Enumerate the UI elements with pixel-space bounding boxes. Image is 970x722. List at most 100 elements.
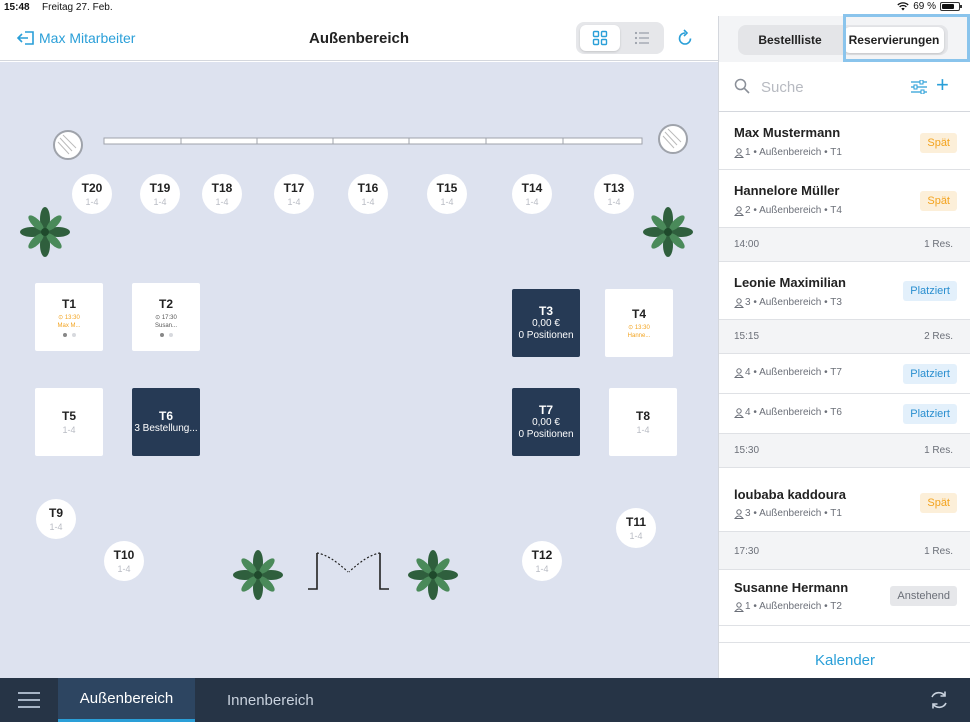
reservation-row[interactable]: Leonie Maximilian 3 • Außenbereich • T3 … bbox=[719, 262, 970, 320]
table-name: T11 bbox=[625, 514, 646, 529]
add-reservation-button[interactable]: + bbox=[936, 74, 949, 96]
table-t4[interactable]: T4 ⊙ 13:30 Hanne... bbox=[605, 289, 673, 357]
table-t9[interactable]: T9 1-4 bbox=[36, 499, 76, 539]
table-t16[interactable]: T16 1-4 bbox=[348, 174, 388, 214]
table-name: T6 bbox=[158, 409, 173, 423]
status-right: 69 % bbox=[897, 1, 962, 12]
table-name: T13 bbox=[603, 180, 625, 195]
table-t19[interactable]: T19 1-4 bbox=[140, 174, 180, 214]
refresh-icon[interactable] bbox=[675, 28, 695, 48]
reservation-name: Susanne Hermann bbox=[734, 580, 849, 595]
table-amount: 0,00 € bbox=[532, 417, 560, 428]
group-time: 17:30 bbox=[734, 546, 760, 557]
tab-innenbereich[interactable]: Innenbereich bbox=[227, 678, 314, 722]
reservation-row[interactable]: 4 • Außenbereich • T6 Platziert bbox=[719, 394, 970, 434]
page-dots bbox=[159, 333, 173, 337]
table-name: T3 bbox=[538, 304, 553, 318]
table-t17[interactable]: T17 1-4 bbox=[274, 174, 314, 214]
status-date: Freitag 27. Feb. bbox=[42, 2, 113, 13]
table-t3[interactable]: T3 0,00 € 0 Positionen bbox=[512, 289, 580, 357]
reservation-meta: 3 • Außenbereich • T3 bbox=[734, 297, 842, 308]
person-icon bbox=[734, 367, 744, 378]
search-input[interactable] bbox=[761, 76, 901, 98]
view-toggle bbox=[576, 22, 664, 54]
status-badge: Platziert bbox=[903, 404, 957, 424]
table-capacity: 1-4 bbox=[636, 424, 650, 435]
reservation-meta-text: 3 • Außenbereich • T1 bbox=[745, 508, 842, 519]
group-count: 1 Res. bbox=[924, 546, 953, 557]
plant-bottom-right bbox=[408, 550, 458, 600]
table-name: T1 bbox=[61, 297, 76, 311]
reservation-name: Max Mustermann bbox=[734, 125, 841, 140]
table-capacity: 1-4 bbox=[525, 196, 539, 207]
plant-right bbox=[643, 207, 693, 257]
reservation-meta: 4 • Außenbereich • T6 bbox=[734, 407, 842, 418]
bottom-bar: Außenbereich Innenbereich bbox=[0, 678, 970, 722]
reservation-meta-text: 3 • Außenbereich • T3 bbox=[745, 297, 842, 308]
menu-icon[interactable] bbox=[18, 692, 40, 708]
table-name: T14 bbox=[521, 180, 543, 195]
reservation-name: loubaba kaddoura bbox=[734, 487, 846, 502]
status-badge: Spät bbox=[920, 133, 957, 153]
reservation-row[interactable]: Hannelore Müller 2 • Außenbereich • T4 S… bbox=[719, 170, 970, 228]
table-t11[interactable]: T11 1-4 bbox=[616, 508, 656, 548]
table-name: T4 bbox=[631, 306, 646, 321]
table-orders: 3 Bestellung... bbox=[134, 423, 198, 434]
tab-aussenbereich[interactable]: Außenbereich bbox=[58, 678, 195, 722]
reservation-time-value: 13:30 bbox=[634, 324, 650, 331]
table-t1[interactable]: T1 ⊙ 13:30 Max M... bbox=[35, 283, 103, 351]
table-t14[interactable]: T14 1-4 bbox=[512, 174, 552, 214]
table-t13[interactable]: T13 1-4 bbox=[594, 174, 634, 214]
list-view-button[interactable] bbox=[622, 25, 662, 51]
status-bar: 15:48 Freitag 27. Feb. 69 % bbox=[0, 0, 970, 16]
entrance-door bbox=[308, 552, 389, 590]
table-t10[interactable]: T10 1-4 bbox=[104, 541, 144, 581]
person-icon bbox=[734, 407, 744, 418]
reservation-row[interactable]: Max Mustermann 1 • Außenbereich • T1 Spä… bbox=[719, 112, 970, 170]
group-count: 1 Res. bbox=[924, 239, 953, 250]
grid-icon bbox=[592, 30, 608, 46]
calendar-button[interactable]: Kalender bbox=[719, 642, 970, 678]
reservation-row[interactable]: 4 • Außenbereich • T7 Platziert bbox=[719, 354, 970, 394]
time-group-header: 15:30 1 Res. bbox=[719, 434, 970, 468]
table-t8[interactable]: T8 1-4 bbox=[609, 388, 677, 456]
table-capacity: 1-4 bbox=[117, 563, 131, 574]
reservation-meta-text: 1 • Außenbereich • T1 bbox=[745, 147, 842, 158]
table-t12[interactable]: T12 1-4 bbox=[522, 541, 562, 581]
reservation-row[interactable]: Susanne Hermann 1 • Außenbereich • T2 An… bbox=[719, 570, 970, 626]
time-group-header: 15:15 2 Res. bbox=[719, 320, 970, 354]
wifi-icon bbox=[897, 2, 909, 11]
reservation-meta: 4 • Außenbereich • T7 bbox=[734, 367, 842, 378]
reservation-time-value: 17:30 bbox=[161, 315, 177, 321]
table-name: T8 bbox=[635, 408, 650, 423]
sync-icon[interactable] bbox=[928, 689, 950, 711]
search-bar: + bbox=[719, 62, 970, 112]
table-t2[interactable]: T2 ⊙ 17:30 Susan... bbox=[132, 283, 200, 351]
search-icon bbox=[734, 78, 750, 94]
time-group-header: 14:00 1 Res. bbox=[719, 228, 970, 262]
table-t5[interactable]: T5 1-4 bbox=[35, 388, 103, 456]
table-t18[interactable]: T18 1-4 bbox=[202, 174, 242, 214]
table-t20[interactable]: T20 1-4 bbox=[72, 174, 112, 214]
battery-icon bbox=[940, 2, 962, 11]
table-name: T20 bbox=[81, 180, 103, 195]
table-t7[interactable]: T7 0,00 € 0 Positionen bbox=[512, 388, 580, 456]
grid-view-button[interactable] bbox=[580, 25, 620, 51]
tab-bestellliste[interactable]: Bestellliste bbox=[740, 27, 840, 53]
table-name: T12 bbox=[531, 547, 553, 562]
table-guest: Susan... bbox=[154, 323, 177, 329]
person-icon bbox=[734, 508, 744, 519]
table-t6[interactable]: T6 3 Bestellung... bbox=[132, 388, 200, 456]
floor-decor bbox=[20, 124, 693, 600]
person-icon bbox=[734, 205, 744, 216]
status-badge: Platziert bbox=[903, 281, 957, 301]
table-t15[interactable]: T15 1-4 bbox=[427, 174, 467, 214]
table-name: T18 bbox=[211, 180, 233, 195]
table-name: T2 bbox=[158, 297, 173, 311]
status-badge: Spät bbox=[920, 191, 957, 211]
group-count: 2 Res. bbox=[924, 331, 953, 342]
table-capacity: 1-4 bbox=[361, 196, 375, 207]
filter-icon[interactable] bbox=[911, 80, 927, 94]
reservation-row[interactable]: loubaba kaddoura 3 • Außenbereich • T1 S… bbox=[719, 468, 970, 532]
focus-highlight bbox=[843, 14, 970, 62]
